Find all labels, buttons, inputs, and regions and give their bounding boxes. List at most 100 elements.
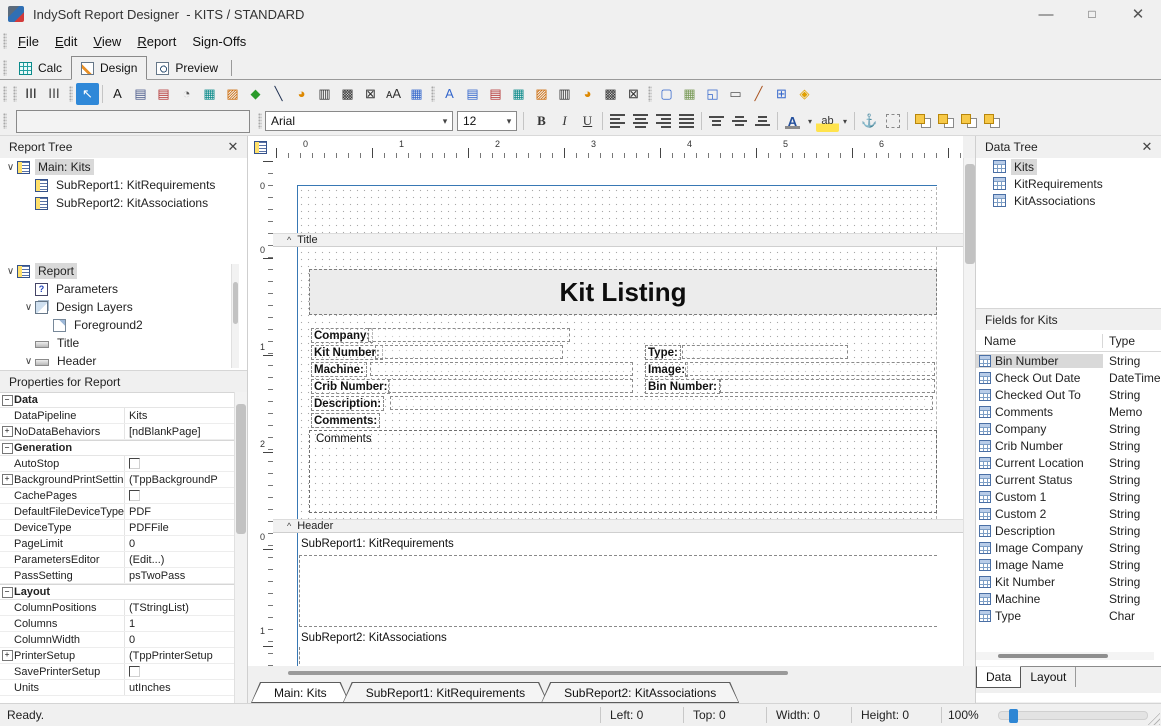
close-button[interactable]: ✕ [1115, 0, 1161, 28]
tree-item-subreport1-kitrequirements[interactable]: SubReport1: KitRequirements [0, 176, 247, 194]
property-row-defaultfiledevicetype[interactable]: DefaultFileDeviceTypePDF [0, 504, 235, 520]
field-row-current-location[interactable]: Current LocationString [976, 454, 1161, 471]
chevron-down-icon[interactable]: ∨ [4, 266, 17, 277]
design-field-binnumber[interactable] [720, 379, 935, 393]
maximize-button[interactable]: □ [1069, 0, 1115, 28]
design-label-comments[interactable]: Comments: [311, 413, 380, 428]
close-icon[interactable]: ✕ [1139, 139, 1155, 155]
anchor-button[interactable]: ⚓ [858, 110, 881, 132]
field-row-machine[interactable]: MachineString [976, 590, 1161, 607]
design-label-machine[interactable]: Machine: [311, 362, 367, 377]
property-value[interactable]: (TStringList) [124, 600, 235, 615]
dbbarcode-tool-icon[interactable]: ▥ [553, 83, 576, 105]
valign-middle-button[interactable] [728, 110, 751, 132]
subreport1-region[interactable] [299, 555, 937, 627]
subreport1-object[interactable]: SubReport1: KitRequirements [301, 538, 454, 550]
menu-file[interactable]: File [10, 31, 47, 52]
shape-tool-icon[interactable]: ◆ [244, 83, 267, 105]
property-row-saveprintersetup[interactable]: SavePrinterSetup [0, 664, 235, 680]
design-label-image[interactable]: Image: [645, 362, 688, 377]
page-tab-main-kits[interactable]: Main: KitsMain: Kits [251, 682, 350, 703]
highlight-color-dropdown[interactable]: ▾ [839, 110, 851, 132]
tree-item-kitassociations[interactable]: KitAssociations [976, 192, 1161, 209]
property-row-cachepages[interactable]: CachePages [0, 488, 235, 504]
calc-tool-icon[interactable]: ▦ [198, 83, 221, 105]
property-value[interactable]: PDF [124, 504, 235, 519]
property-row-nodatabehaviors[interactable]: +NoDataBehaviors[ndBlankPage] [0, 424, 235, 440]
menu-edit[interactable]: Edit [47, 31, 85, 52]
property-value[interactable]: PDFFile [124, 520, 235, 535]
image-tool-icon[interactable]: ▨ [221, 83, 244, 105]
tree-item-report[interactable]: ∨Report [0, 262, 247, 280]
align-center-button[interactable] [629, 110, 652, 132]
font-size-select[interactable]: 12 ▾ [457, 111, 517, 131]
dbmemo-tool-icon[interactable]: ▤ [461, 83, 484, 105]
field-row-kit-number[interactable]: Kit NumberString [976, 573, 1161, 590]
tree-item-title[interactable]: Title [0, 334, 247, 352]
expand-icon[interactable]: + [2, 426, 13, 437]
tab-design[interactable]: Design [71, 56, 147, 80]
collapse-icon[interactable]: − [2, 395, 13, 406]
field-row-description[interactable]: DescriptionString [976, 522, 1161, 539]
region-tool-icon[interactable]: ▢ [655, 83, 678, 105]
design-surface[interactable]: ^ Title Kit Listing Company:Kit Number:M… [273, 158, 963, 666]
field-row-check-out-date[interactable]: Check Out DateDateTime [976, 369, 1161, 386]
tree-item-main-kits[interactable]: ∨Main: Kits [0, 158, 247, 176]
move-backward-button[interactable] [980, 110, 1003, 132]
property-row-units[interactable]: UnitsutInches [0, 680, 235, 696]
property-value[interactable]: 1 [124, 616, 235, 631]
map-tool-icon[interactable]: ◈ [793, 83, 816, 105]
zoom-slider-thumb[interactable] [1009, 709, 1018, 723]
expression-input[interactable] [16, 110, 250, 133]
checkbox-unchecked-icon[interactable] [129, 458, 140, 469]
field-row-type[interactable]: TypeChar [976, 607, 1161, 624]
field-row-image-company[interactable]: Image CompanyString [976, 539, 1161, 556]
design-label-company[interactable]: Company: [311, 328, 373, 343]
property-value[interactable] [124, 456, 235, 471]
property-group-data[interactable]: −Data [0, 392, 235, 408]
page-tab-subreport1-kitrequirements[interactable]: SubReport1: KitRequirementsSubReport1: K… [343, 682, 548, 703]
subreport-tool-icon[interactable]: ▦ [678, 83, 701, 105]
dbcheckbox-tool-icon[interactable]: ⊠ [622, 83, 645, 105]
property-group-generation[interactable]: −Generation [0, 440, 235, 456]
minimize-button[interactable]: — [1023, 0, 1069, 28]
tree-item-kits[interactable]: Kits [976, 158, 1161, 175]
field-row-current-status[interactable]: Current StatusString [976, 471, 1161, 488]
menu-view[interactable]: View [85, 31, 129, 52]
border-button[interactable] [881, 110, 904, 132]
property-value[interactable]: 0 [124, 632, 235, 647]
field-row-comments[interactable]: CommentsMemo [976, 403, 1161, 420]
font-name-select[interactable]: Arial ▾ [265, 111, 453, 131]
font-color-dropdown[interactable]: ▾ [804, 110, 816, 132]
resize-grip[interactable] [1146, 711, 1160, 725]
dbcalc-tool-icon[interactable]: ▦ [507, 83, 530, 105]
zoom-slider[interactable] [998, 711, 1148, 720]
font-color-button[interactable]: A [781, 110, 804, 132]
property-row-backgroundprintsetting[interactable]: +BackgroundPrintSetting(TppBackgroundP [0, 472, 235, 488]
header-band-bar[interactable]: ^ Header [273, 519, 963, 533]
band-collapse-icon[interactable]: ^ [287, 235, 291, 245]
send-to-back-button[interactable] [934, 110, 957, 132]
property-row-devicetype[interactable]: DeviceTypePDFFile [0, 520, 235, 536]
valign-bottom-button[interactable] [751, 110, 774, 132]
tree-item-subreport2-kitassociations[interactable]: SubReport2: KitAssociations [0, 194, 247, 212]
scrollbar-thumb[interactable] [236, 404, 246, 534]
design-label-cribnumber[interactable]: Crib Number: [311, 379, 390, 394]
property-row-columnwidth[interactable]: ColumnWidth0 [0, 632, 235, 648]
property-value[interactable]: (TppPrinterSetup [124, 648, 235, 663]
memo-tool-icon[interactable]: ▤ [129, 83, 152, 105]
tree-item-design-layers[interactable]: ∨Design Layers [0, 298, 247, 316]
dbrichtext-tool-icon[interactable]: ▤ [484, 83, 507, 105]
tree-item-parameters[interactable]: ?Parameters [0, 280, 247, 298]
design-field-company[interactable] [368, 328, 570, 342]
title-band-bar[interactable]: ^ Title [273, 233, 963, 247]
close-icon[interactable]: ✕ [225, 139, 241, 155]
property-group-layout[interactable]: −Layout [0, 584, 235, 600]
property-value[interactable] [124, 488, 235, 503]
design-field-machine[interactable] [370, 362, 633, 376]
highlight-color-button[interactable]: ab [816, 110, 839, 132]
design-field-kitnumber[interactable] [375, 345, 563, 359]
design-label-binnumber[interactable]: Bin Number: [645, 379, 720, 394]
property-row-columns[interactable]: Columns1 [0, 616, 235, 632]
paintbrush-tool-icon[interactable]: ╱ [747, 83, 770, 105]
